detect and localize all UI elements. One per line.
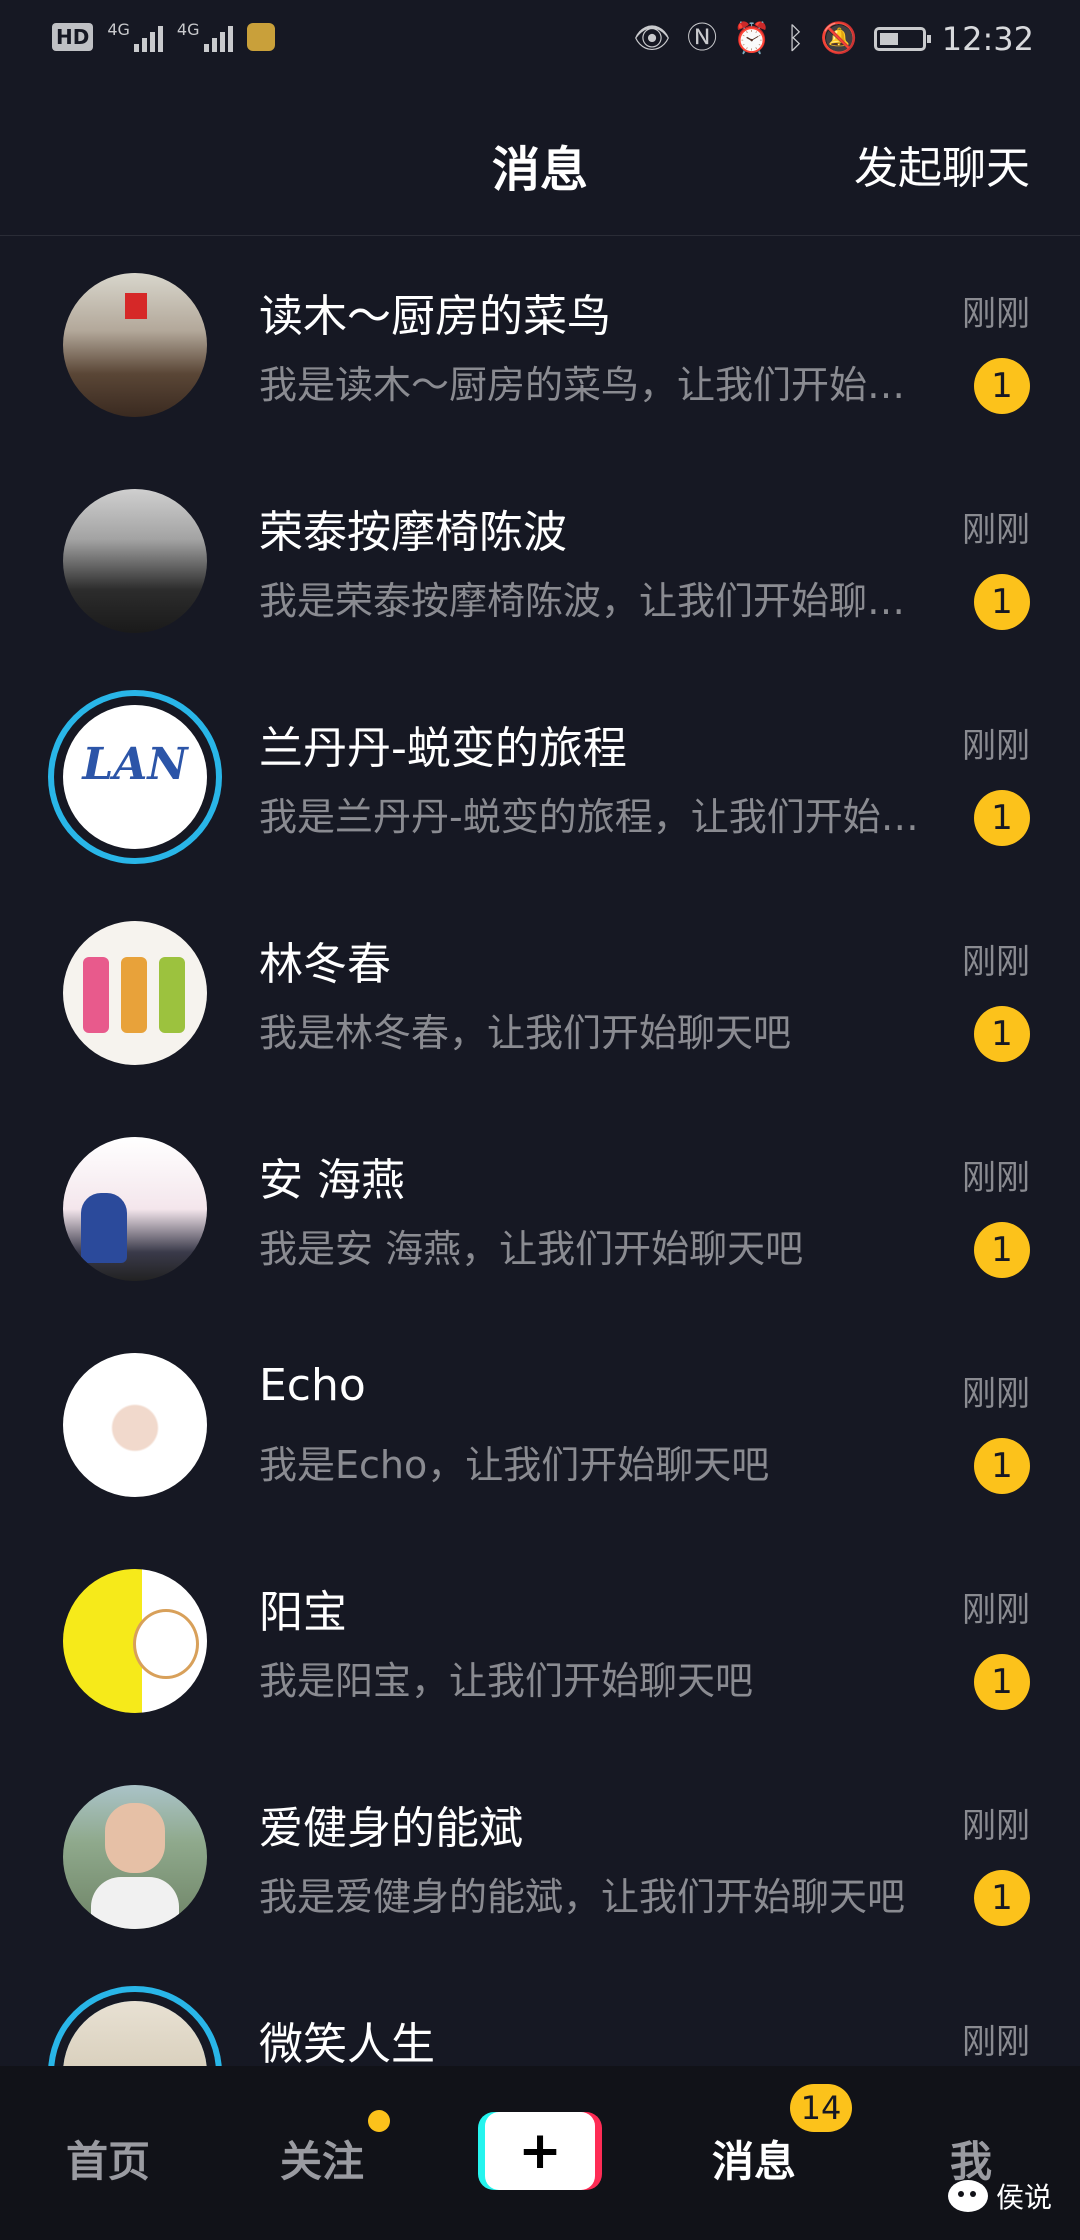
contact-name: 读木～厨房的菜鸟 bbox=[259, 291, 611, 342]
battery-icon bbox=[873, 27, 931, 51]
message-preview: 我是Echo，让我们开始聊天吧 bbox=[259, 1443, 770, 1487]
can-image bbox=[83, 957, 109, 1033]
avatar[interactable] bbox=[63, 921, 207, 1065]
conversation-row[interactable]: LAN 兰丹丹-蜕变的旅程 我是兰丹丹-蜕变的旅程，让我们开始聊天吧 刚刚 1 bbox=[0, 668, 1080, 884]
conversation-row[interactable]: 读木～厨房的菜鸟 我是读木～厨房的菜鸟，让我们开始聊天吧 刚刚 1 bbox=[0, 236, 1080, 452]
message-preview: 我是安 海燕，让我们开始聊天吧 bbox=[259, 1227, 804, 1271]
conversation-row[interactable]: 阳宝 我是阳宝，让我们开始聊天吧 刚刚 1 bbox=[0, 1532, 1080, 1748]
message-time: 刚刚 bbox=[962, 942, 1030, 982]
message-time: 刚刚 bbox=[962, 1590, 1030, 1630]
message-time: 刚刚 bbox=[962, 294, 1030, 334]
unread-badge: 1 bbox=[974, 1438, 1030, 1494]
message-preview: 我是林冬春，让我们开始聊天吧 bbox=[259, 1011, 792, 1055]
message-time: 刚刚 bbox=[962, 1806, 1030, 1846]
unread-badge: 1 bbox=[974, 1222, 1030, 1278]
network-label-1: 4G bbox=[107, 20, 130, 39]
contact-name: 兰丹丹-蜕变的旅程 bbox=[259, 723, 627, 774]
tab-messages[interactable]: 消息 bbox=[712, 2128, 796, 2189]
unread-badge: 1 bbox=[974, 574, 1030, 630]
start-chat-button[interactable]: 发起聊天 bbox=[854, 132, 1030, 196]
avatar[interactable] bbox=[63, 489, 207, 633]
bottom-nav: 首页 关注 + 消息 14 我 侯说 bbox=[0, 2066, 1080, 2240]
avatar[interactable]: LAN bbox=[63, 705, 207, 849]
unread-badge: 1 bbox=[974, 790, 1030, 846]
wechat-icon bbox=[947, 2180, 988, 2212]
message-time: 刚刚 bbox=[962, 1374, 1030, 1414]
message-time: 刚刚 bbox=[962, 2022, 1030, 2062]
conversation-list[interactable]: 读木～厨房的菜鸟 我是读木～厨房的菜鸟，让我们开始聊天吧 刚刚 1 荣泰按摩椅陈… bbox=[0, 236, 1080, 2180]
network-label-2: 4G bbox=[176, 20, 200, 39]
avatar-logo-text: LAN bbox=[82, 739, 188, 790]
nfc-icon: Ⓝ bbox=[687, 21, 718, 56]
app-notification-icon bbox=[246, 23, 275, 51]
avatar[interactable] bbox=[63, 273, 207, 417]
alarm-icon: ⏰ bbox=[733, 21, 771, 56]
contact-name: 荣泰按摩椅陈波 bbox=[259, 507, 567, 558]
contact-name: 安 海燕 bbox=[259, 1155, 405, 1206]
unread-badge: 1 bbox=[974, 1654, 1030, 1710]
status-left: HD 4G 4G bbox=[52, 22, 275, 52]
signal-bars-icon bbox=[133, 24, 163, 52]
status-bar: HD 4G 4G 👁 Ⓝ ⏰ ᛒ 🔕 12:32 bbox=[0, 0, 1080, 80]
watermark: 侯说 bbox=[947, 2176, 1052, 2216]
signal-1: 4G bbox=[107, 22, 163, 52]
mute-icon: 🔕 bbox=[820, 21, 858, 56]
conversation-row[interactable]: 林冬春 我是林冬春，让我们开始聊天吧 刚刚 1 bbox=[0, 884, 1080, 1100]
message-preview: 我是兰丹丹-蜕变的旅程，让我们开始聊天吧 bbox=[259, 795, 919, 839]
follow-new-dot bbox=[368, 2110, 390, 2132]
message-preview: 我是阳宝，让我们开始聊天吧 bbox=[259, 1659, 754, 1703]
signal-2: 4G bbox=[177, 22, 233, 52]
contact-name: 爱健身的能斌 bbox=[259, 1803, 523, 1854]
clock: 12:32 bbox=[941, 20, 1034, 58]
tab-home[interactable]: 首页 bbox=[66, 2128, 150, 2189]
can-image bbox=[159, 957, 185, 1033]
eye-icon: 👁 bbox=[632, 21, 672, 56]
signal-bars-icon bbox=[203, 24, 233, 52]
avatar[interactable] bbox=[63, 1569, 207, 1713]
unread-badge: 1 bbox=[974, 358, 1030, 414]
tab-follow[interactable]: 关注 bbox=[280, 2128, 364, 2189]
battery-fill bbox=[879, 33, 898, 45]
message-preview: 我是读木～厨房的菜鸟，让我们开始聊天吧 bbox=[259, 363, 919, 407]
unread-badge: 1 bbox=[974, 1006, 1030, 1062]
conversation-row[interactable]: 安 海燕 我是安 海燕，让我们开始聊天吧 刚刚 1 bbox=[0, 1100, 1080, 1316]
hd-indicator: HD bbox=[52, 23, 94, 51]
contact-name: 微笑人生 bbox=[259, 2019, 435, 2070]
messages-count-badge: 14 bbox=[790, 2084, 852, 2132]
avatar[interactable] bbox=[63, 1785, 207, 1929]
avatar[interactable] bbox=[63, 1137, 207, 1281]
conversation-row[interactable]: 荣泰按摩椅陈波 我是荣泰按摩椅陈波，让我们开始聊天吧 刚刚 1 bbox=[0, 452, 1080, 668]
message-time: 刚刚 bbox=[962, 510, 1030, 550]
plus-icon: + bbox=[485, 2112, 595, 2190]
conversation-row[interactable]: Echo 我是Echo，让我们开始聊天吧 刚刚 1 bbox=[0, 1316, 1080, 1532]
message-preview: 我是荣泰按摩椅陈波，让我们开始聊天吧 bbox=[259, 579, 919, 623]
status-right: 👁 Ⓝ ⏰ ᛒ 🔕 12:32 bbox=[633, 20, 1034, 58]
contact-name: Echo bbox=[259, 1360, 366, 1411]
message-time: 刚刚 bbox=[962, 726, 1030, 766]
message-time: 刚刚 bbox=[962, 1158, 1030, 1198]
avatar[interactable] bbox=[63, 1353, 207, 1497]
contact-name: 阳宝 bbox=[259, 1587, 347, 1638]
header: 消息 发起聊天 bbox=[0, 80, 1080, 236]
contact-name: 林冬春 bbox=[259, 939, 391, 990]
can-image bbox=[121, 957, 147, 1033]
message-preview: 我是爱健身的能斌，让我们开始聊天吧 bbox=[259, 1875, 906, 1919]
conversation-row[interactable]: 爱健身的能斌 我是爱健身的能斌，让我们开始聊天吧 刚刚 1 bbox=[0, 1748, 1080, 1964]
create-button[interactable]: + bbox=[478, 2112, 602, 2190]
bluetooth-icon: ᛒ bbox=[786, 21, 805, 56]
unread-badge: 1 bbox=[974, 1870, 1030, 1926]
watermark-text: 侯说 bbox=[995, 2181, 1052, 2214]
